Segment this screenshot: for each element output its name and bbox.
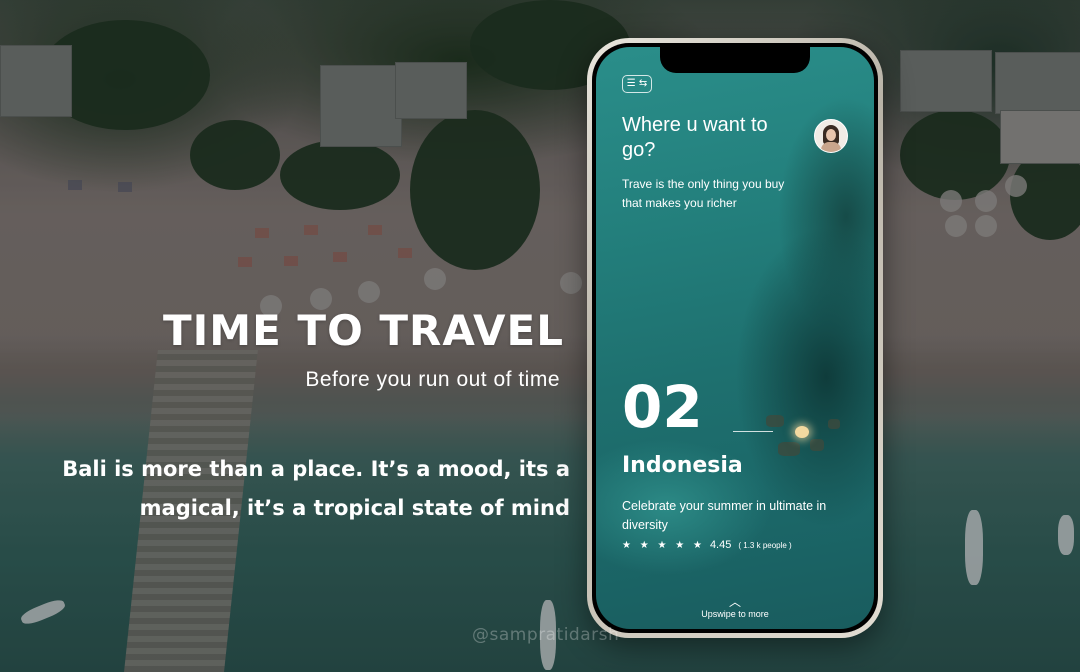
- tagline-text: Trave is the only thing you buy that mak…: [622, 177, 785, 210]
- country-description: Celebrate your summer in ultimate in div…: [622, 499, 827, 532]
- watermark: @sampratidarsh: [472, 625, 620, 645]
- rating-count: ( 1.3 k people ): [738, 540, 792, 550]
- phone-screen: ☰ ⇆ Where u want to go? Trave is the onl…: [592, 43, 878, 633]
- hero-title: TIME TO TRAVEL: [163, 306, 564, 355]
- user-avatar[interactable]: [814, 119, 848, 153]
- rating-row: ★ ★ ★ ★ ★ 4.45 ( 1.3 k people ): [622, 539, 792, 551]
- rating-value: 4.45: [709, 539, 732, 551]
- hero-subtitle: Before you run out of time: [305, 368, 560, 391]
- phone-mockup: ☰ ⇆ Where u want to go? Trave is the onl…: [587, 38, 883, 638]
- menu-icon[interactable]: ☰ ⇆: [622, 75, 652, 93]
- boat-light-icon: [795, 426, 809, 438]
- slide-divider: [733, 431, 773, 432]
- country-title: Indonesia: [622, 453, 743, 478]
- slide-number: 02: [622, 373, 703, 441]
- destination-question: Where u want to go?: [622, 114, 768, 161]
- chevron-up-icon[interactable]: ︿: [729, 593, 741, 610]
- app-screen: ☰ ⇆ Where u want to go? Trave is the onl…: [596, 47, 874, 629]
- phone-notch: [660, 47, 810, 73]
- upswipe-hint[interactable]: Upswipe to more: [596, 609, 874, 619]
- hero-body-text: Bali is more than a place. It’s a mood, …: [62, 457, 570, 520]
- star-rating-icon: ★ ★ ★ ★ ★: [622, 539, 705, 551]
